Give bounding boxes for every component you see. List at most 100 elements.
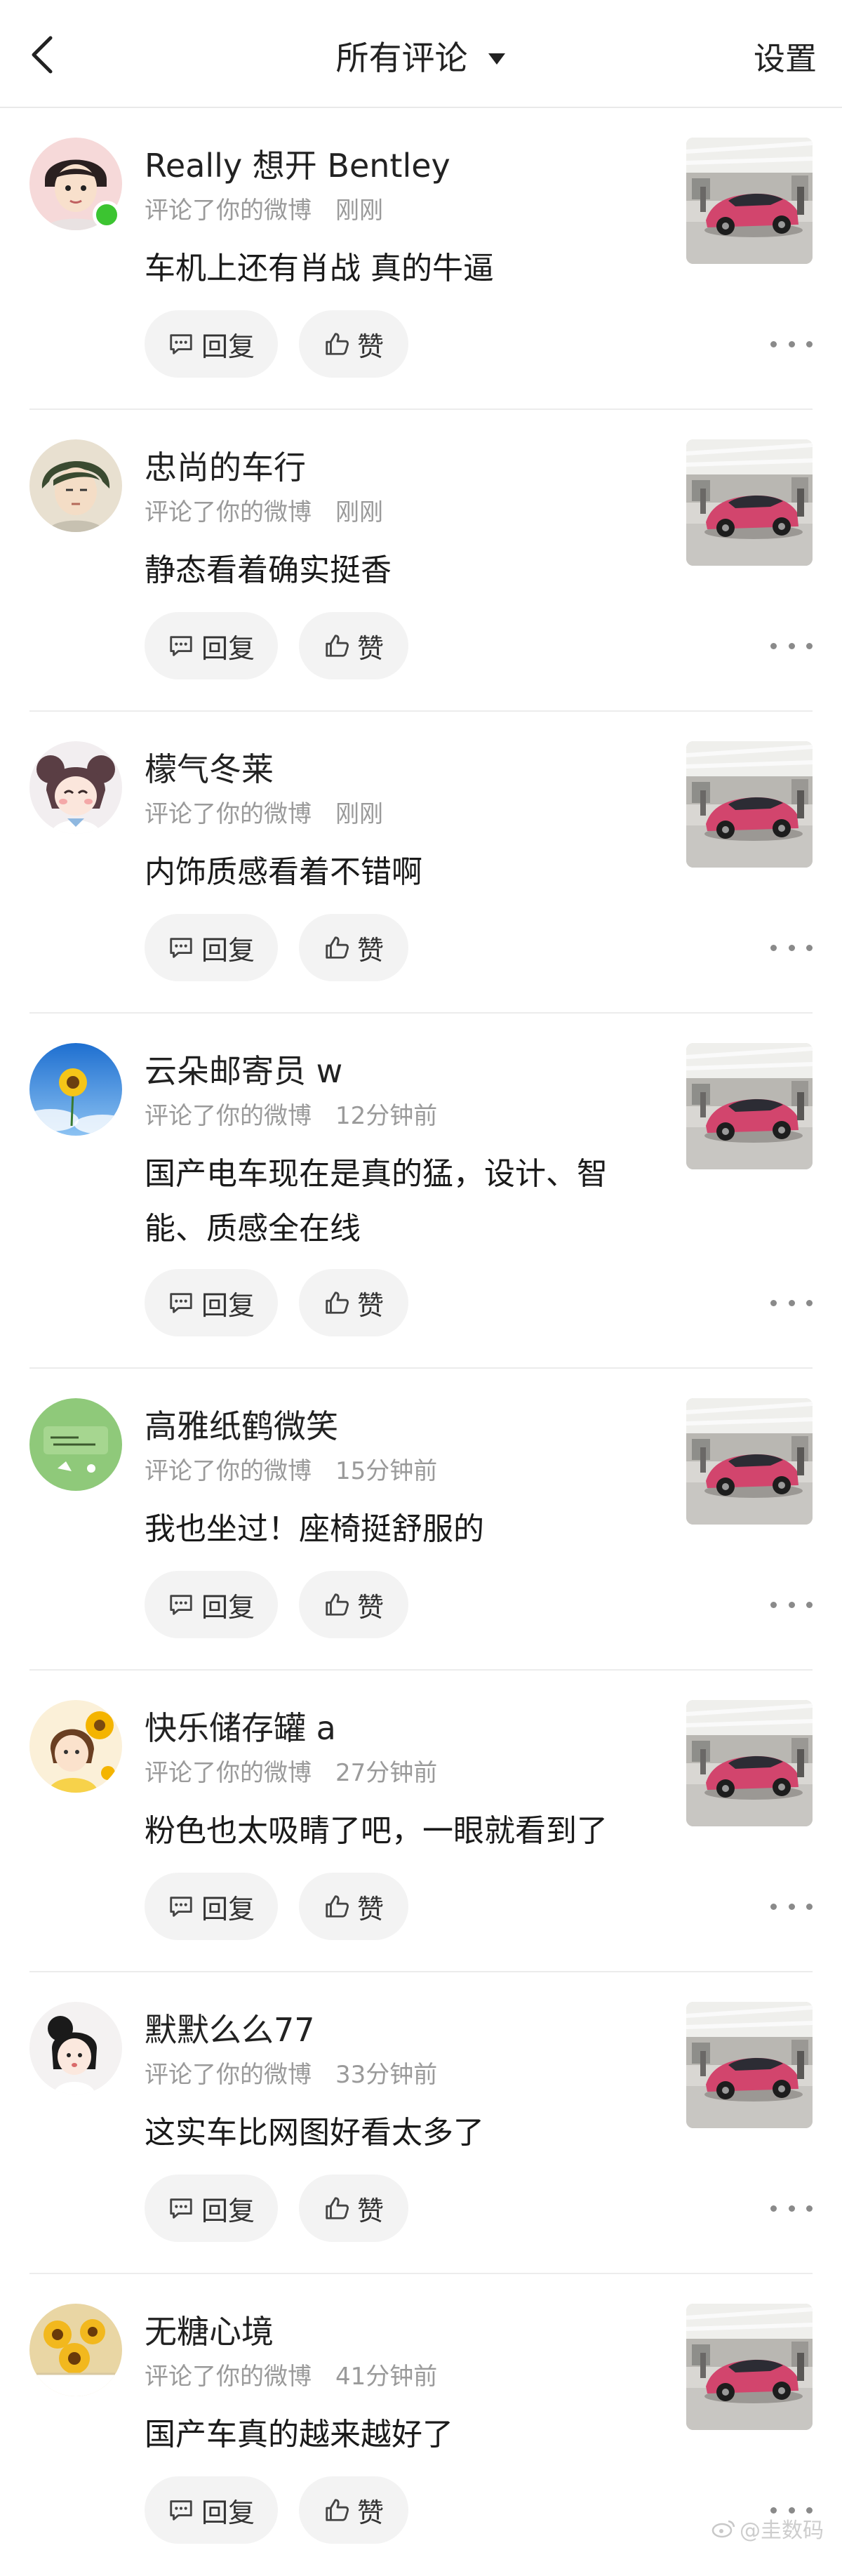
meta-text: 评论了你的微博 [145, 2061, 312, 2089]
reply-button[interactable]: 回复 [145, 1269, 278, 1336]
watermark-text: @圭数码 [740, 2518, 824, 2543]
avatar[interactable] [29, 439, 122, 532]
reply-label: 回复 [201, 632, 255, 664]
like-label: 赞 [356, 632, 384, 664]
comment-icon [168, 1289, 194, 1316]
like-button[interactable]: 赞 [299, 2476, 408, 2544]
avatar[interactable] [29, 1043, 122, 1136]
avatar[interactable] [29, 1700, 122, 1793]
comment-text: 国产车真的越来越好了 [145, 2417, 453, 2452]
more-options-button[interactable] [770, 2194, 813, 2222]
like-button[interactable]: 赞 [299, 1269, 408, 1336]
more-options-button[interactable] [770, 1591, 813, 1619]
more-options-button[interactable] [770, 1892, 813, 1920]
timestamp: 12分钟前 [335, 1102, 438, 1130]
like-label: 赞 [356, 331, 384, 362]
comment-item: 檬气冬莱 评论了你的微博 刚刚 内饰质感看着不错啊 回复 赞 [0, 712, 842, 1014]
post-thumbnail[interactable] [686, 1700, 813, 1826]
username[interactable]: 云朵邮寄员 w [145, 1050, 342, 1092]
avatar[interactable] [29, 1398, 122, 1491]
post-thumbnail[interactable] [686, 1398, 813, 1525]
more-dots-icon [770, 944, 777, 951]
thumbs-up-icon [323, 331, 350, 357]
comment-text: 国产电车现在是真的猛，设计、智能、质感全在线 [145, 1156, 608, 1247]
post-thumbnail[interactable] [686, 2002, 813, 2128]
comment-icon [168, 934, 194, 961]
meta-text: 评论了你的微博 [145, 1457, 312, 1485]
username[interactable]: 檬气冬莱 [145, 748, 274, 790]
reply-label: 回复 [201, 1893, 255, 1925]
more-options-button[interactable] [770, 632, 813, 660]
comment-item: Really 想开 Bentley 评论了你的微博 刚刚 车机上还有肖战 真的牛逼… [0, 108, 842, 410]
comment-text: 车机上还有肖战 真的牛逼 [145, 251, 494, 286]
weibo-logo-icon [711, 2520, 735, 2538]
settings-button[interactable]: 设置 [754, 38, 817, 80]
reply-button[interactable]: 回复 [145, 2175, 278, 2242]
more-options-button[interactable] [770, 330, 813, 358]
reply-button[interactable]: 回复 [145, 914, 278, 981]
timestamp: 刚刚 [335, 197, 383, 225]
more-dots-icon [770, 642, 777, 649]
username[interactable]: 忠尚的车行 [145, 446, 306, 489]
timestamp: 33分钟前 [335, 2061, 438, 2089]
online-status-dot [93, 201, 121, 229]
comment-meta: 评论了你的微博 刚刚 [145, 195, 383, 226]
meta-text: 评论了你的微博 [145, 197, 312, 225]
comment-item: 快乐储存罐 a 评论了你的微博 27分钟前 粉色也太吸睛了吧，一眼就看到了 回复 … [0, 1671, 842, 1972]
post-thumbnail[interactable] [686, 138, 813, 264]
post-thumbnail[interactable] [686, 1043, 813, 1169]
timestamp: 27分钟前 [335, 1759, 438, 1787]
comment-item: 高雅纸鹤微笑 评论了你的微博 15分钟前 我也坐过！座椅挺舒服的 回复 赞 [0, 1369, 842, 1671]
comment-meta: 评论了你的微博 33分钟前 [145, 2059, 437, 2090]
comment-meta: 评论了你的微博 刚刚 [145, 497, 383, 528]
timestamp: 41分钟前 [335, 2363, 438, 2391]
avatar[interactable] [29, 741, 122, 834]
comment-icon [168, 1591, 194, 1618]
comment-icon [168, 331, 194, 357]
post-thumbnail[interactable] [686, 2304, 813, 2430]
avatar[interactable] [29, 2304, 122, 2396]
like-button[interactable]: 赞 [299, 612, 408, 679]
meta-text: 评论了你的微博 [145, 498, 312, 526]
username[interactable]: 默默么么77 [145, 2009, 315, 2051]
username[interactable]: 快乐储存罐 a [145, 1707, 336, 1749]
post-thumbnail[interactable] [686, 741, 813, 868]
more-dots-icon [770, 340, 777, 347]
reply-button[interactable]: 回复 [145, 1571, 278, 1638]
like-button[interactable]: 赞 [299, 2175, 408, 2242]
comment-actions: 回复 赞 [145, 1269, 566, 1336]
comment-actions: 回复 赞 [145, 1571, 566, 1638]
top-bar: 所有评论 设置 [0, 0, 842, 108]
thumbs-up-icon [323, 1289, 350, 1316]
reply-button[interactable]: 回复 [145, 310, 278, 378]
comment-actions: 回复 赞 [145, 612, 566, 679]
reply-button[interactable]: 回复 [145, 612, 278, 679]
comment-text: 静态看着确实挺香 [145, 552, 392, 588]
reply-label: 回复 [201, 934, 255, 966]
username[interactable]: 高雅纸鹤微笑 [145, 1405, 338, 1447]
like-button[interactable]: 赞 [299, 310, 408, 378]
reply-button[interactable]: 回复 [145, 1873, 278, 1940]
like-button[interactable]: 赞 [299, 1571, 408, 1638]
like-button[interactable]: 赞 [299, 914, 408, 981]
reply-button[interactable]: 回复 [145, 2476, 278, 2544]
page-title: 所有评论 [335, 39, 468, 78]
avatar[interactable] [29, 2002, 122, 2094]
like-label: 赞 [356, 1289, 384, 1321]
comment-text: 粉色也太吸睛了吧，一眼就看到了 [145, 1813, 608, 1849]
like-button[interactable]: 赞 [299, 1873, 408, 1940]
comment-meta: 评论了你的微博 27分钟前 [145, 1758, 437, 1788]
post-thumbnail[interactable] [686, 439, 813, 566]
reply-label: 回复 [201, 2497, 255, 2528]
more-options-button[interactable] [770, 934, 813, 962]
reply-label: 回复 [201, 331, 255, 362]
comment-meta: 评论了你的微博 41分钟前 [145, 2361, 437, 2392]
comments-filter-dropdown[interactable]: 所有评论 [0, 36, 842, 81]
reply-label: 回复 [201, 2195, 255, 2226]
timestamp: 15分钟前 [335, 1457, 438, 1485]
username[interactable]: Really 想开 Bentley [145, 145, 450, 187]
more-options-button[interactable] [770, 1289, 813, 1317]
comment-text: 内饰质感看着不错啊 [145, 854, 422, 890]
comment-actions: 回复 赞 [145, 914, 566, 981]
username[interactable]: 无糖心境 [145, 2311, 274, 2353]
